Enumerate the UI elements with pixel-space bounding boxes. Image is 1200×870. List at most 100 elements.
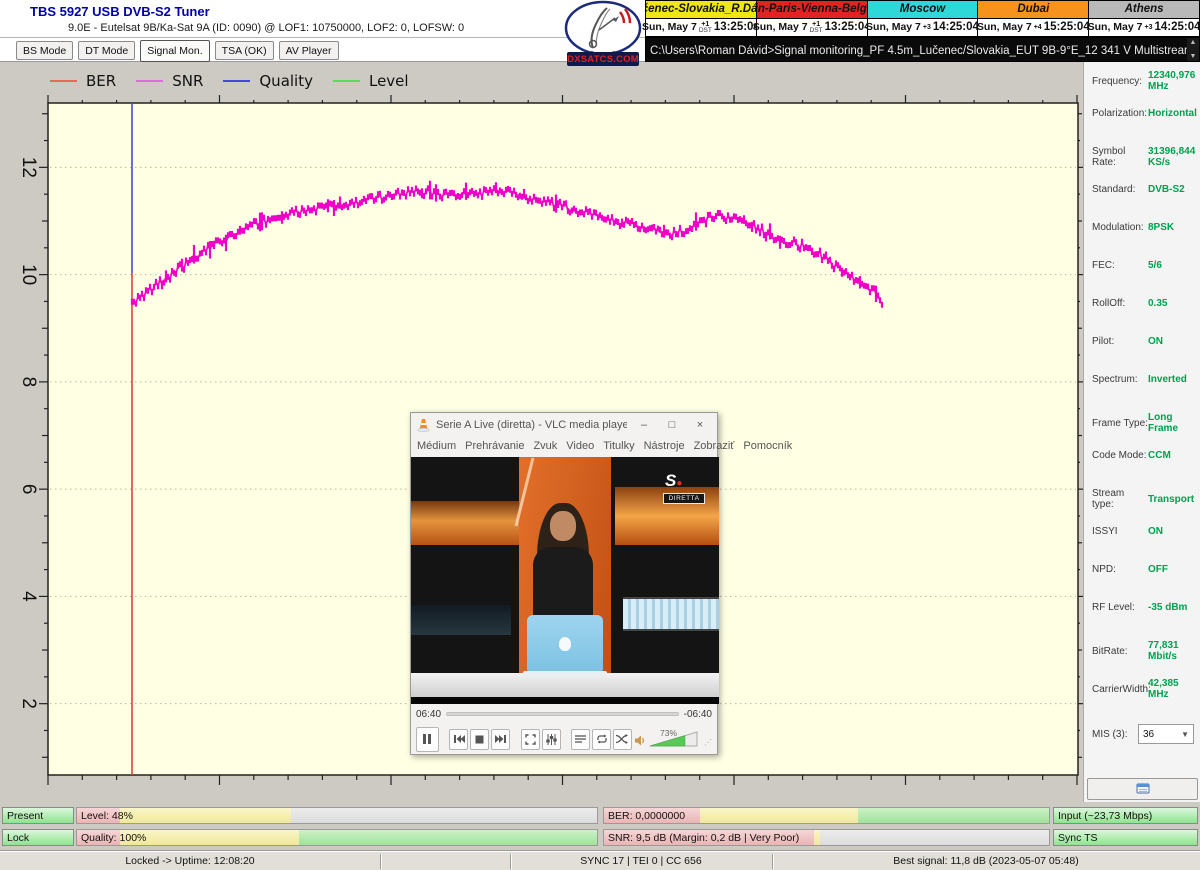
scroll-up-icon[interactable]: ▲ — [1190, 39, 1197, 46]
mis-row: MIS (3): 36 ▼ — [1084, 724, 1200, 744]
vlc-cone-icon — [417, 418, 430, 432]
satellite-dish-icon — [563, 0, 643, 56]
parameter-label: RollOff: — [1092, 298, 1148, 309]
parameter-value: 5/6 — [1148, 260, 1162, 271]
vlc-seek-slider[interactable] — [446, 712, 679, 716]
capture-button[interactable] — [1087, 778, 1198, 800]
pause-button[interactable] — [416, 727, 439, 752]
clock-column: AthensSun, May 7+314:25:04 — [1089, 1, 1199, 36]
tab-bs-mode[interactable]: BS Mode — [16, 41, 73, 60]
parameter-row: Standard:DVB-S2 — [1084, 184, 1200, 195]
vlc-menu-mdium[interactable]: Médium — [417, 440, 456, 452]
clock-utc-offset: +3 — [1145, 24, 1153, 31]
clock-offset-value: +3 — [923, 24, 931, 31]
parameter-row: RF Level:-35 dBm — [1084, 602, 1200, 613]
playlist-button[interactable] — [571, 729, 590, 750]
clock-time-value: 14:25:04 — [933, 21, 979, 33]
vlc-menu-zvuk[interactable]: Zvuk — [533, 440, 557, 452]
vlc-titlebar[interactable]: Serie A Live (diretta) - VLC media playe… — [411, 413, 717, 436]
parameter-row: Pilot:ON — [1084, 336, 1200, 347]
tuner-subtitle: 9.0E - Eutelsat 9B/Ka-Sat 9A (ID: 0090) … — [68, 22, 464, 34]
parameter-value: 77,831 Mbit/s — [1148, 640, 1196, 662]
scroll-down-icon[interactable]: ▼ — [1190, 53, 1197, 60]
vlc-menu-pomocnk[interactable]: Pomocník — [743, 440, 792, 452]
vlc-close-button[interactable]: × — [689, 416, 711, 434]
bar-segment-yellow — [700, 808, 858, 823]
legend-line-icon — [333, 80, 360, 82]
tab-tsa[interactable]: TSA (OK) — [215, 41, 274, 60]
header: TBS 5927 USB DVB-S2 Tuner 9.0E - Eutelsa… — [0, 0, 645, 62]
resize-grip-icon[interactable]: ⋰ — [704, 738, 712, 747]
volume-percent: 73% — [660, 728, 677, 738]
parameter-row: Modulation:8PSK — [1084, 222, 1200, 233]
shuffle-button[interactable] — [613, 729, 632, 750]
diretta-badge: DIRETTA — [663, 493, 705, 504]
vlc-menu-nstroje[interactable]: Nástroje — [644, 440, 685, 452]
parameter-label: Standard: — [1092, 184, 1148, 195]
volume-control[interactable]: 73% ⋰ — [634, 731, 712, 747]
previous-button[interactable] — [449, 729, 468, 750]
console-window: C:\Users\Roman Dávid>Signal monitoring_P… — [645, 37, 1200, 62]
vlc-menu-video[interactable]: Video — [566, 440, 594, 452]
parameter-value: 42,385 MHz — [1148, 678, 1196, 700]
next-button[interactable] — [491, 729, 510, 750]
vlc-menu-zobrazi[interactable]: Zobraziť — [694, 440, 735, 452]
clock-time-cell: Sun, May 7+1DST13:25:04 — [646, 19, 756, 36]
parameter-label: Symbol Rate: — [1092, 146, 1148, 168]
vlc-maximize-button[interactable]: □ — [661, 416, 683, 434]
parameter-row: ISSYION — [1084, 526, 1200, 537]
clock-date: Sun, May 7 — [977, 21, 1032, 33]
parameter-value: 12340,976 MHz — [1148, 70, 1196, 92]
parameter-label: CarrierWidth: — [1092, 684, 1148, 695]
tab-bar: BS Mode DT Mode Signal Mon. TSA (OK) AV … — [16, 41, 339, 62]
clock-date: Sun, May 7 — [753, 21, 808, 33]
clock-time-cell: Sun, May 7+415:25:04 — [978, 19, 1088, 36]
parameter-row: BitRate:77,831 Mbit/s — [1084, 640, 1200, 662]
parameter-label: BitRate: — [1092, 646, 1148, 657]
console-scrollbar[interactable]: ▲ ▼ — [1187, 38, 1199, 61]
level-bar-label: Level: 48% — [81, 808, 133, 823]
parameter-value: 0.35 — [1148, 298, 1167, 309]
tab-signal-mon[interactable]: Signal Mon. — [140, 40, 209, 62]
vlc-minimize-button[interactable]: – — [633, 416, 655, 434]
sync-ts-badge: Sync TS — [1053, 829, 1198, 846]
header-divider — [0, 37, 645, 38]
chevron-down-icon: ▼ — [1181, 730, 1189, 739]
clock-time-cell: Sun, May 7+314:25:04 — [1089, 19, 1199, 36]
clock-offset-value: +3 — [1145, 24, 1153, 31]
legend-line-icon — [223, 80, 250, 82]
vlc-time-elapsed: 06:40 — [416, 709, 441, 720]
parameter-value: 31396,844 KS/s — [1148, 146, 1196, 168]
parameter-panel: MIS (3): 36 ▼ Frequency:12340,976 MHzPol… — [1083, 62, 1200, 802]
parameter-label: Frame Type: — [1092, 418, 1148, 429]
clock-time-value: 15:25:04 — [1044, 21, 1090, 33]
stop-button[interactable] — [470, 729, 489, 750]
vlc-seek-row: 06:40 -06:40 — [411, 706, 717, 722]
bar-segment-track — [291, 808, 597, 823]
tab-dt-mode[interactable]: DT Mode — [78, 41, 135, 60]
parameter-value: Long Frame — [1148, 412, 1196, 434]
fullscreen-button[interactable] — [521, 729, 540, 750]
tab-av-player[interactable]: AV Player — [279, 41, 339, 60]
parameter-row: Frequency:12340,976 MHz — [1084, 70, 1200, 92]
clock-utc-offset: +1DST — [810, 21, 823, 35]
monitor-icon — [1136, 783, 1150, 795]
loop-button[interactable] — [592, 729, 611, 750]
app-title: TBS 5927 USB DVB-S2 Tuner — [30, 4, 210, 19]
legend-line-icon — [136, 80, 163, 82]
vlc-menu-titulky[interactable]: Titulky — [603, 440, 634, 452]
parameter-row: Frame Type:Long Frame — [1084, 412, 1200, 434]
vlc-video-frame[interactable]: S● DIRETTA — [411, 457, 719, 704]
clock-time-cell: Sun, May 7+1DST13:25:04 — [757, 19, 867, 36]
equalizer-button[interactable] — [542, 729, 561, 750]
vlc-menu-prehrvanie[interactable]: Prehrávanie — [465, 440, 524, 452]
mis-select[interactable]: 36 ▼ — [1138, 724, 1194, 744]
parameter-value: 8PSK — [1148, 222, 1174, 233]
parameter-value: Horizontal — [1148, 108, 1197, 119]
clock-column: Berlin-Paris-Vienna-BelgradeSun, May 7+1… — [757, 1, 868, 36]
clock-column: DubaiSun, May 7+415:25:04 — [978, 1, 1089, 36]
vlc-window-title: Serie A Live (diretta) - VLC media playe… — [436, 419, 627, 431]
parameter-value: ON — [1148, 336, 1163, 347]
y-tick-label: 12 — [18, 157, 39, 178]
logo-banner: DXSATCS.COM — [567, 52, 639, 66]
